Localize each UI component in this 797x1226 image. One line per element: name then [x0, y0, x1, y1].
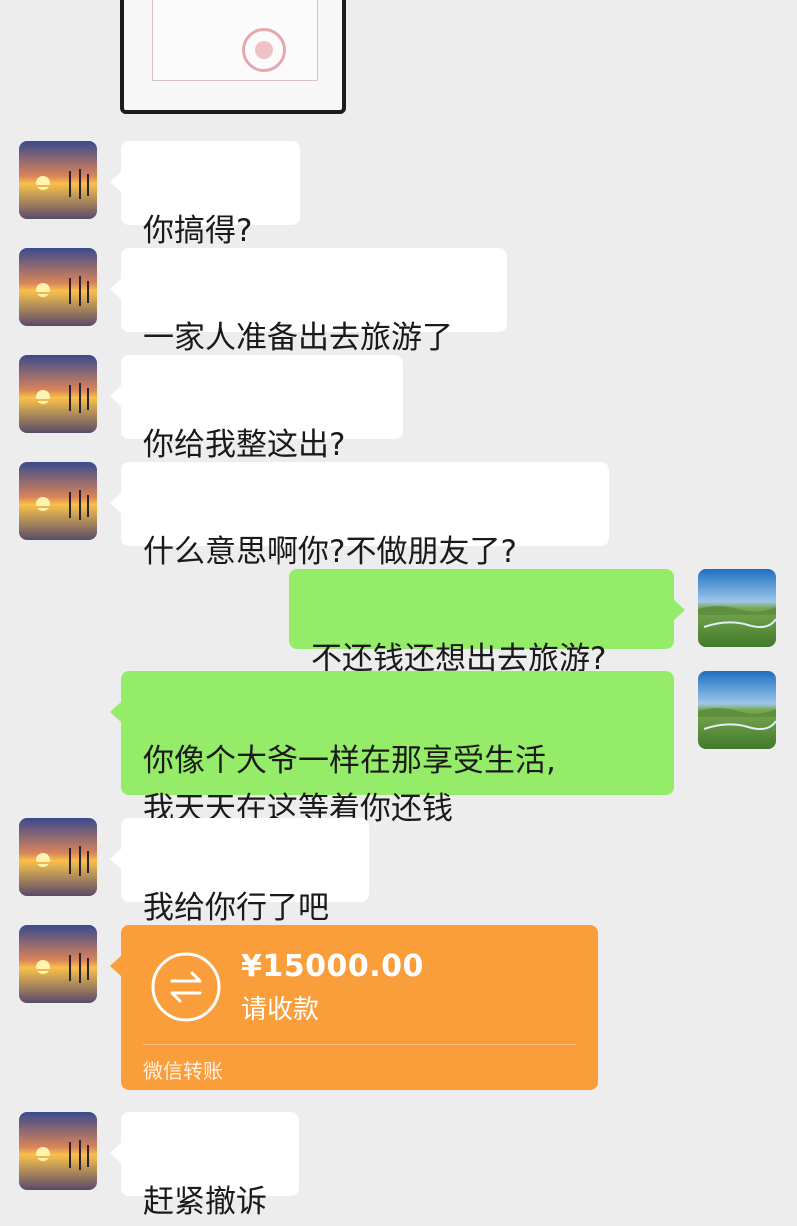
- message-text: 你给我整这出?: [143, 427, 346, 463]
- red-seal-stamp-icon: [242, 28, 286, 72]
- message-bubble-self[interactable]: 不还钱还想出去旅游?: [289, 569, 685, 677]
- message-bubble[interactable]: 你搞得?: [110, 141, 300, 249]
- contact-avatar[interactable]: [19, 141, 97, 219]
- contact-avatar[interactable]: [19, 818, 97, 896]
- contact-avatar[interactable]: [19, 1112, 97, 1190]
- message-text: 一家人准备出去旅游了: [143, 320, 453, 356]
- self-avatar[interactable]: [698, 671, 776, 749]
- sunset-avatar-icon: [19, 248, 97, 326]
- sunset-avatar-icon: [19, 818, 97, 896]
- contact-avatar[interactable]: [19, 355, 97, 433]
- contact-avatar[interactable]: [19, 925, 97, 1003]
- message-bubble[interactable]: 一家人准备出去旅游了: [110, 248, 507, 356]
- sunset-avatar-icon: [19, 355, 97, 433]
- image-message[interactable]: [120, 0, 346, 114]
- sunset-avatar-icon: [19, 141, 97, 219]
- sunset-avatar-icon: [19, 1112, 97, 1190]
- message-bubble-self[interactable]: 你像个大爷一样在那享受生活, 我天天在这等着你还钱: [110, 671, 674, 827]
- contact-avatar[interactable]: [19, 248, 97, 326]
- grassland-avatar-icon: [698, 671, 776, 749]
- message-bubble[interactable]: 我给你行了吧: [110, 818, 369, 926]
- exchange-arrows-icon: [151, 952, 221, 1022]
- transfer-footer: 微信转账: [143, 1059, 223, 1083]
- message-text: 我给你行了吧: [143, 890, 329, 926]
- sunset-avatar-icon: [19, 462, 97, 540]
- message-bubble[interactable]: 你给我整这出?: [110, 355, 403, 463]
- message-text: 你像个大爷一样在那享受生活, 我天天在这等着你还钱: [143, 743, 556, 827]
- document-image: [152, 0, 318, 81]
- transfer-subtitle: 请收款: [241, 995, 320, 1025]
- message-text: 什么意思啊你?不做朋友了?: [143, 534, 517, 570]
- contact-avatar[interactable]: [19, 462, 97, 540]
- sunset-avatar-icon: [19, 925, 97, 1003]
- message-text: 赶紧撤诉: [143, 1184, 267, 1220]
- transfer-card[interactable]: ¥15000.00 请收款 微信转账: [110, 925, 598, 1090]
- message-bubble[interactable]: 什么意思啊你?不做朋友了?: [110, 462, 609, 570]
- self-avatar[interactable]: [698, 569, 776, 647]
- transfer-amount: ¥15000.00: [241, 949, 424, 984]
- grassland-avatar-icon: [698, 569, 776, 647]
- message-text: 你搞得?: [143, 213, 253, 249]
- message-bubble[interactable]: 赶紧撤诉: [110, 1112, 299, 1220]
- transfer-divider: [143, 1044, 576, 1045]
